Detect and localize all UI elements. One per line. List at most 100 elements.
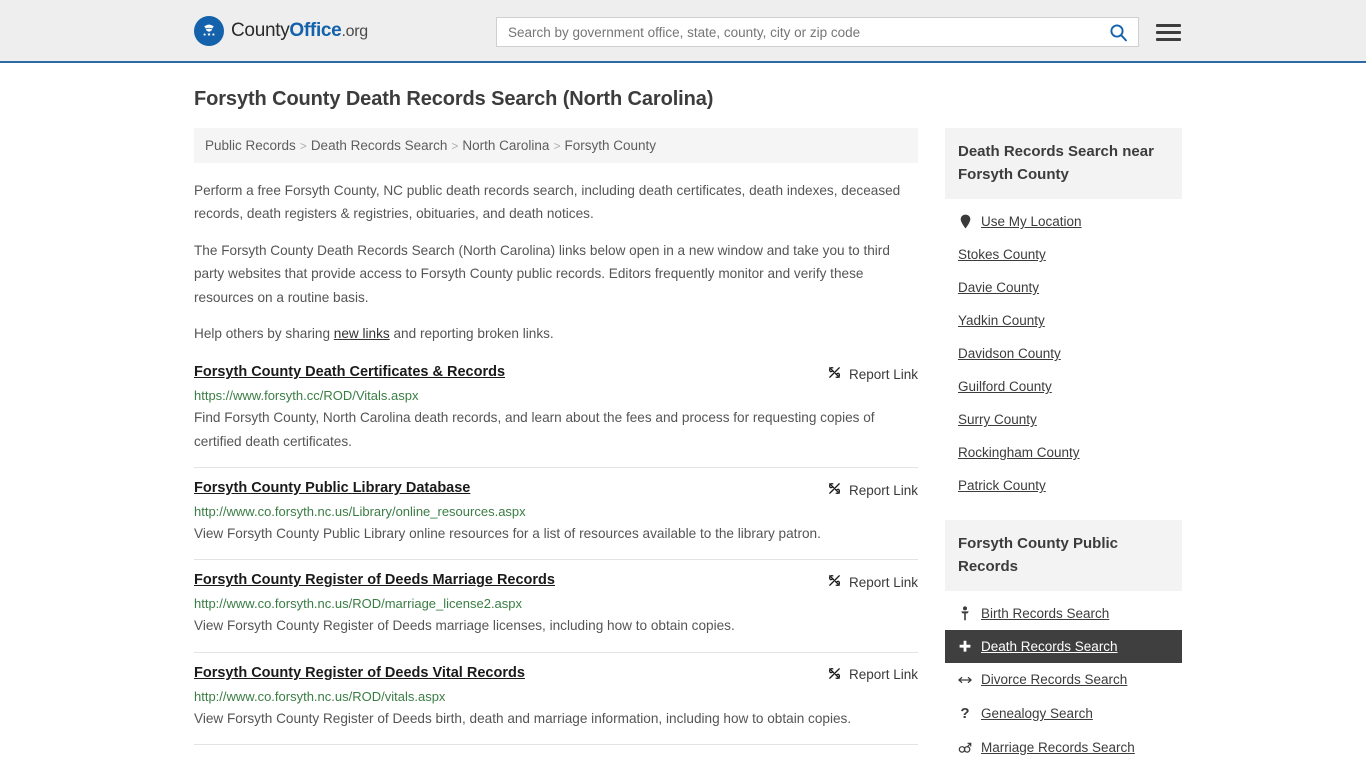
result-url: http://www.co.forsyth.nc.us/Library/onli… [194, 504, 526, 519]
content-columns: Public Records > Death Records Search > Nort… [194, 128, 1182, 768]
intro-paragraph-2: The Forsyth County Death Records Search … [194, 242, 890, 305]
report-link-button[interactable]: Report Link [827, 572, 918, 591]
result-item: Forsyth County Register of Deeds Marriag… [194, 560, 918, 653]
interlocking-gender-icon [958, 741, 972, 755]
sidebar-item-stokes-county[interactable]: Stokes County [945, 238, 1182, 271]
site-logo-text: CountyOffice.org [231, 20, 368, 42]
report-link-button[interactable]: Report Link [827, 364, 918, 383]
page-body: Forsyth County Death Records Search (Nor… [0, 63, 1366, 768]
result-item: Forsyth County Death Certificates & Reco… [194, 358, 918, 468]
hamburger-bar [1156, 37, 1181, 41]
result-header: Forsyth County Register of Deeds Marriag… [194, 572, 918, 591]
result-url: https://www.forsyth.cc/ROD/Vitals.aspx [194, 388, 419, 404]
result-description: Find Forsyth County, North Carolina deat… [194, 410, 875, 449]
result-url: http://www.co.forsyth.nc.us/ROD/marriage… [194, 596, 523, 612]
sidebar-link-label[interactable]: Divorce Records Search [981, 672, 1127, 687]
sidebar-link-label[interactable]: Stokes County [958, 247, 1046, 262]
report-link-label: Report Link [848, 366, 918, 382]
result-title-link[interactable]: Forsyth County Register of Deeds Marriag… [194, 572, 555, 588]
sidebar-item-divorce-records-search[interactable]: Divorce Records Search [945, 663, 1182, 696]
main-column: Public Records > Death Records Search > Nort… [194, 128, 918, 746]
sidebar-item-rockingham-county[interactable]: Rockingham County [945, 436, 1182, 469]
sidebar-item-marriage-records-search[interactable]: Marriage Records Search [945, 731, 1182, 764]
intro-text: Perform a free Forsyth County, NC public… [194, 179, 918, 345]
sidebar-item-surry-county[interactable]: Surry County [945, 403, 1182, 436]
sidebar-item-patrick-county[interactable]: Patrick County [945, 469, 1182, 502]
logo-text-part1: County [231, 19, 290, 41]
breadcrumb-separator: > [451, 139, 459, 153]
broken-link-icon [827, 365, 842, 383]
result-header: Forsyth County Public Library Database R… [194, 480, 918, 499]
sidebar-item-guilford-county[interactable]: Guilford County [945, 370, 1182, 403]
sidebar-public-records-list: Birth Records Search Death Records Searc… [945, 591, 1182, 764]
result-item: Forsyth County Public Library Database R… [194, 468, 918, 561]
sidebar-item-death-records-search[interactable]: Death Records Search [945, 630, 1182, 663]
sidebar-item-genealogy-search[interactable]: ? Genealogy Search [945, 696, 1182, 731]
sidebar-link-label[interactable]: Guilford County [958, 379, 1052, 394]
site-logo[interactable]: CountyOffice.org [194, 15, 368, 46]
logo-text-part3: .org [341, 22, 368, 40]
hamburger-bar [1156, 30, 1181, 34]
intro-p3-after: and reporting broken links. [389, 325, 554, 341]
result-header: Forsyth County Death Certificates & Reco… [194, 364, 918, 383]
sidebar-link-label[interactable]: Use My Location [981, 214, 1082, 229]
result-title-link[interactable]: Forsyth County Register of Deeds Vital R… [194, 665, 525, 681]
result-url: http://www.co.forsyth.nc.us/ROD/vitals.a… [194, 688, 446, 704]
map-pin-icon [958, 214, 972, 229]
search-box[interactable] [496, 17, 1139, 47]
intro-paragraph-1: Perform a free Forsyth County, NC public… [194, 183, 901, 222]
result-description: View Forsyth County Register of Deeds ma… [194, 618, 735, 634]
sidebar-nearby-list: Use My Location Stokes County Davie Coun… [945, 199, 1182, 502]
sidebar-item-use-my-location[interactable]: Use My Location [945, 205, 1182, 238]
report-link-button[interactable]: Report Link [827, 480, 918, 499]
new-links-link[interactable]: new links [334, 326, 390, 341]
hamburger-bar [1156, 23, 1181, 27]
sidebar-link-label[interactable]: Davie County [958, 280, 1039, 295]
search-icon[interactable] [1107, 23, 1130, 42]
breadcrumb-item-public-records[interactable]: Public Records [205, 138, 296, 153]
sidebar-nearby-heading: Death Records Search near Forsyth County [945, 128, 1182, 199]
eagle-seal-icon [194, 15, 224, 46]
broken-link-icon [827, 481, 842, 499]
page-title: Forsyth County Death Records Search (Nor… [194, 88, 714, 110]
sidebar-item-yadkin-county[interactable]: Yadkin County [945, 304, 1182, 337]
breadcrumb-item-forsyth-county[interactable]: Forsyth County [564, 138, 656, 153]
search-area [496, 17, 1181, 47]
sidebar-item-birth-records-search[interactable]: Birth Records Search [945, 597, 1182, 630]
breadcrumb-item-north-carolina[interactable]: North Carolina [462, 138, 549, 153]
breadcrumb-item-death-records-search[interactable]: Death Records Search [311, 138, 448, 153]
result-item: Forsyth County Register of Deeds Vital R… [194, 653, 918, 746]
result-header: Forsyth County Register of Deeds Vital R… [194, 665, 918, 684]
sidebar-link-label[interactable]: Birth Records Search [981, 606, 1109, 621]
sidebar-item-davidson-county[interactable]: Davidson County [945, 337, 1182, 370]
question-mark-icon: ? [960, 705, 970, 722]
logo-text-part2: Office [289, 19, 342, 41]
sidebar-link-label[interactable]: Genealogy Search [981, 706, 1093, 721]
sidebar-link-label[interactable]: Death Records Search [981, 639, 1118, 654]
sidebar-link-label[interactable]: Yadkin County [958, 313, 1045, 328]
results-list: Forsyth County Death Certificates & Reco… [194, 358, 918, 746]
sidebar: Death Records Search near Forsyth County… [945, 128, 1182, 768]
result-description: View Forsyth County Register of Deeds bi… [194, 710, 852, 726]
result-description: View Forsyth County Public Library onlin… [194, 526, 821, 541]
result-title-link[interactable]: Forsyth County Public Library Database [194, 480, 470, 496]
search-input[interactable] [508, 24, 1107, 40]
sidebar-link-label[interactable]: Marriage Records Search [981, 740, 1135, 755]
report-link-button[interactable]: Report Link [827, 665, 918, 684]
report-link-label: Report Link [848, 667, 918, 683]
report-link-label: Report Link [848, 574, 918, 590]
sidebar-link-label[interactable]: Surry County [958, 412, 1037, 427]
sidebar-link-label[interactable]: Davidson County [958, 346, 1061, 361]
sidebar-item-davie-county[interactable]: Davie County [945, 271, 1182, 304]
sidebar-nearby-card: Death Records Search near Forsyth County… [945, 128, 1182, 502]
sidebar-link-label[interactable]: Rockingham County [958, 445, 1080, 460]
intro-paragraph-3: Help others by sharing new links and rep… [194, 322, 918, 345]
hamburger-menu-icon[interactable] [1156, 23, 1181, 41]
intro-p3-before: Help others by sharing [194, 325, 334, 341]
sidebar-public-records-card: Forsyth County Public Records Birth Reco… [945, 520, 1182, 764]
sidebar-link-label[interactable]: Patrick County [958, 478, 1046, 493]
report-link-label: Report Link [848, 482, 918, 498]
result-title-link[interactable]: Forsyth County Death Certificates & Reco… [194, 364, 505, 380]
breadcrumb: Public Records > Death Records Search > Nort… [194, 128, 918, 163]
sidebar-public-records-heading: Forsyth County Public Records [945, 520, 1182, 591]
